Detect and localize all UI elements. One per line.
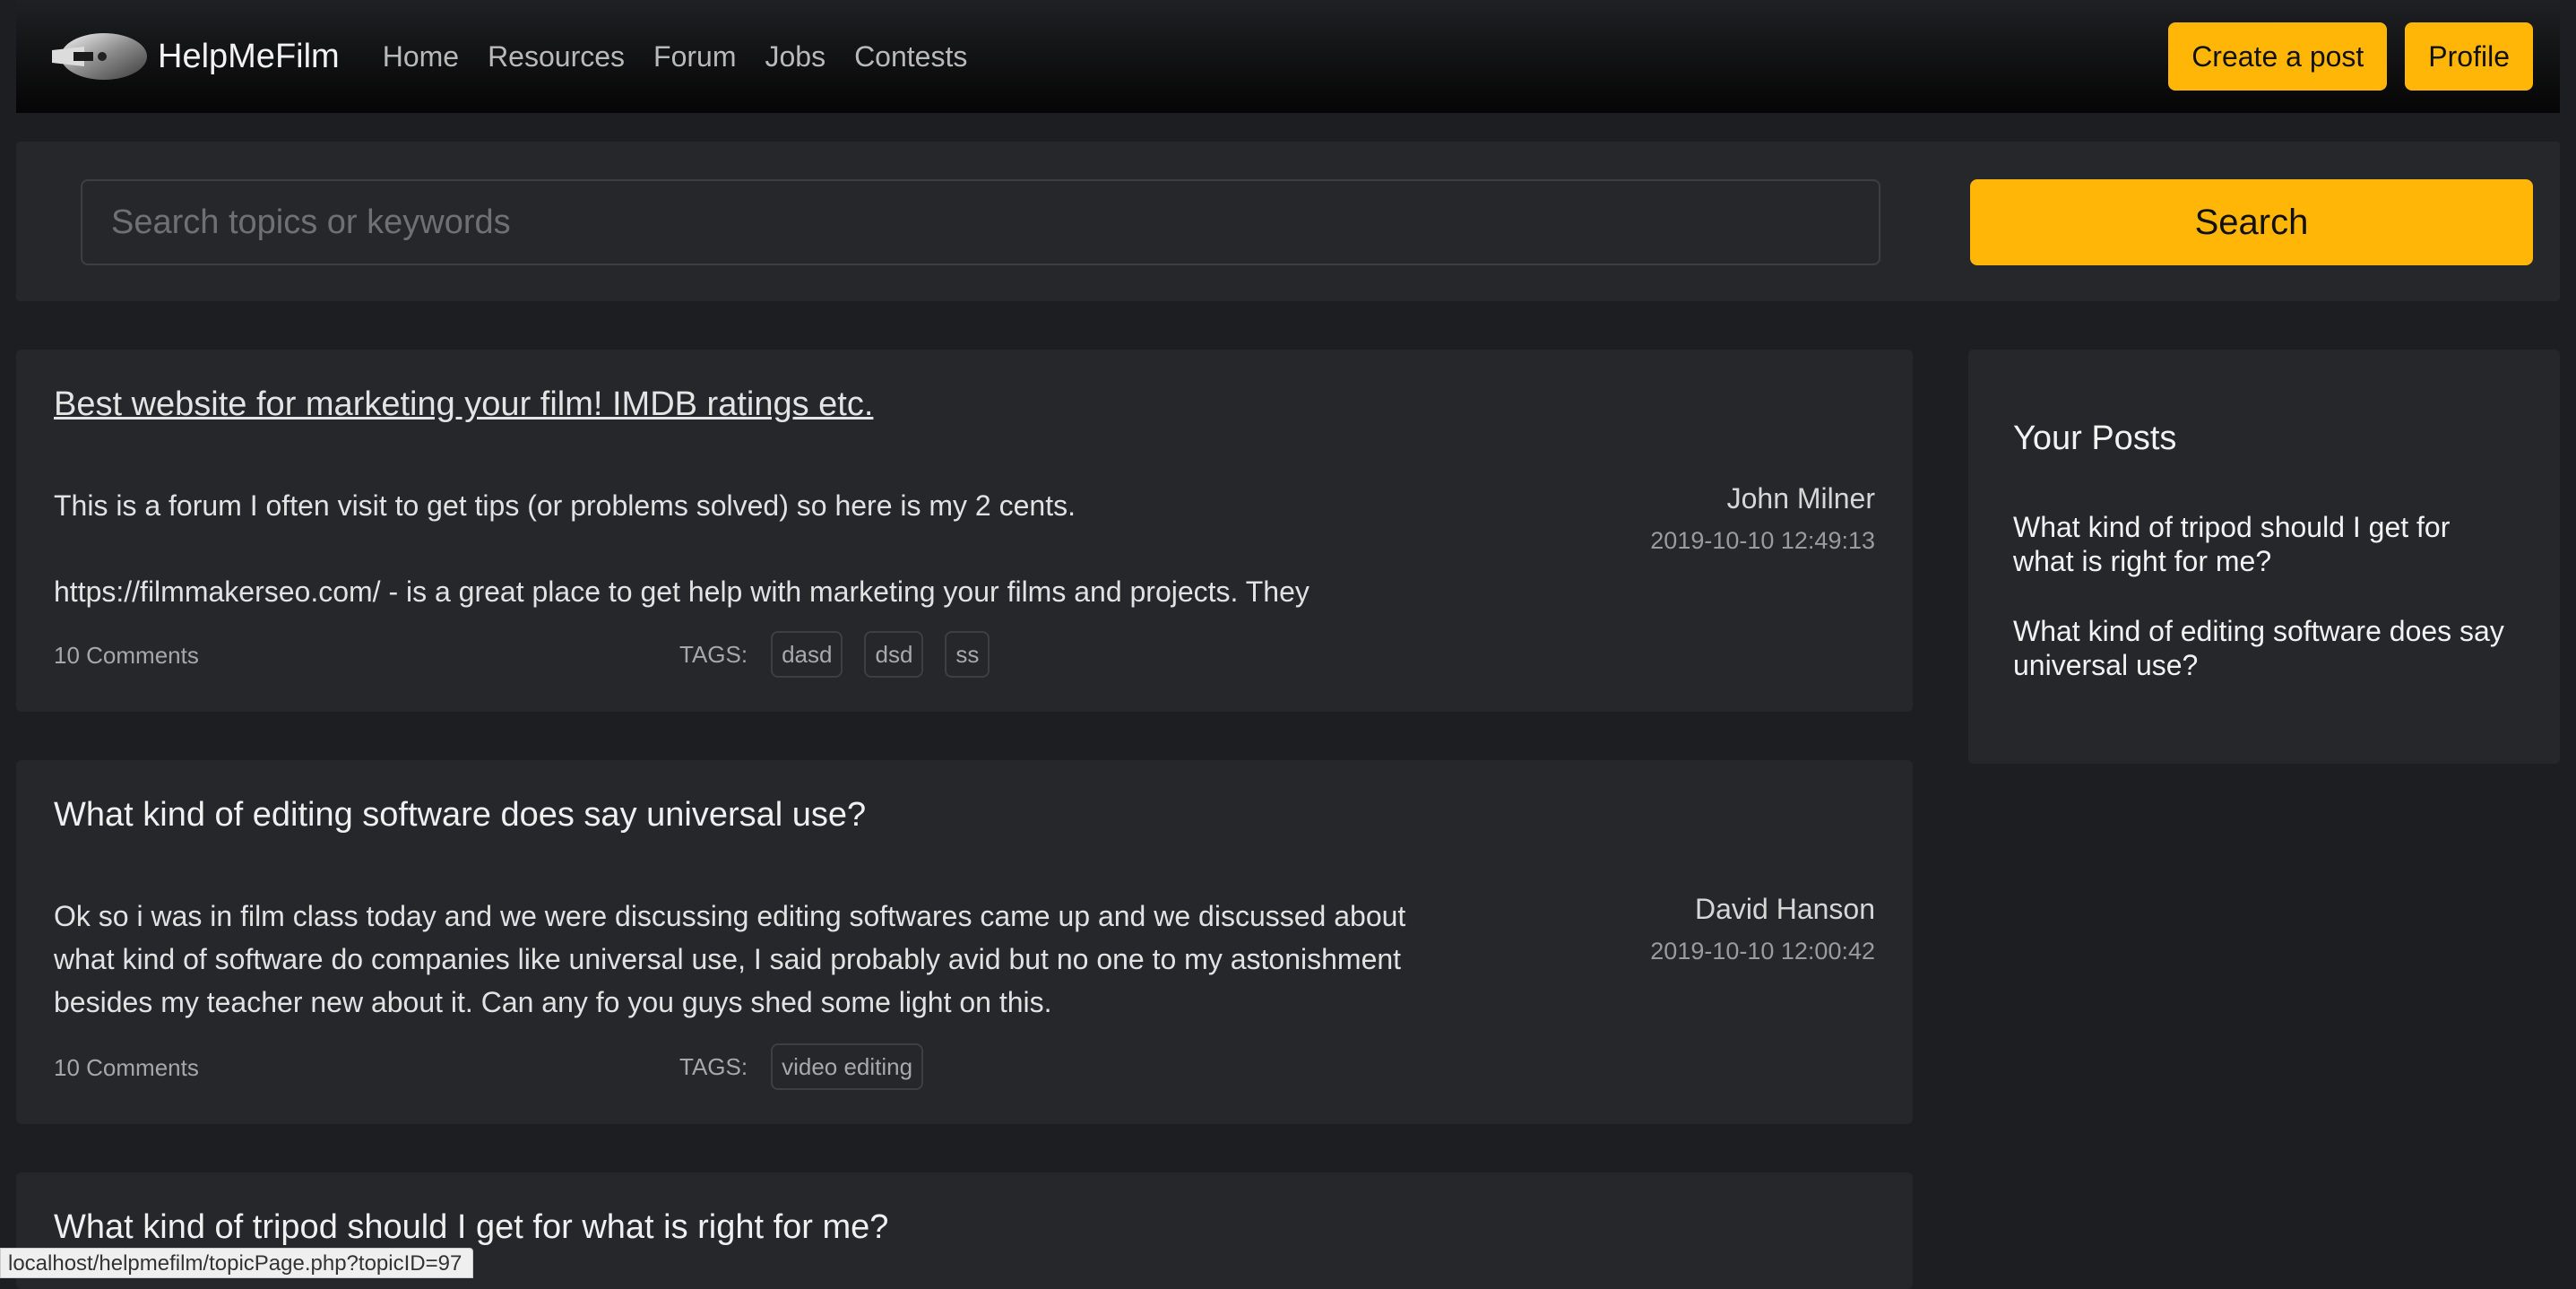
- sidebar-post-link[interactable]: What kind of tripod should I get for wha…: [2013, 510, 2515, 578]
- status-bar-url: localhost/helpmefilm/topicPage.php?topic…: [0, 1248, 474, 1278]
- nav-actions: Create a post Profile: [2168, 22, 2533, 91]
- nav-links: Home Resources Forum Jobs Contests: [383, 40, 968, 74]
- sidebar-title: Your Posts: [2013, 420, 2177, 457]
- sidebar-post-link[interactable]: What kind of editing software does say u…: [2013, 614, 2515, 682]
- comments-count-link[interactable]: 10 Comments: [54, 1054, 199, 1082]
- search-bar: Search: [16, 142, 2560, 301]
- brand-link[interactable]: HelpMeFilm: [48, 30, 340, 82]
- camera-lens-logo-icon: [52, 33, 147, 80]
- post-date: 2019-10-10 12:00:42: [1650, 938, 1875, 965]
- post-title-link[interactable]: Best website for marketing your film! IM…: [54, 385, 873, 424]
- create-post-button[interactable]: Create a post: [2168, 22, 2388, 91]
- profile-button[interactable]: Profile: [2405, 22, 2533, 91]
- nav-link-forum[interactable]: Forum: [653, 40, 736, 74]
- nav-link-jobs[interactable]: Jobs: [765, 40, 826, 74]
- post-excerpt-paragraph: Ok so i was in film class today and we w…: [54, 900, 1406, 1018]
- tags-label: TAGS:: [679, 640, 748, 668]
- post-date: 2019-10-10 12:49:13: [1650, 527, 1875, 554]
- nav-link-contests[interactable]: Contests: [854, 40, 967, 74]
- tag-badge[interactable]: ss: [945, 631, 990, 678]
- tag-badge[interactable]: dsd: [864, 631, 924, 678]
- post-tags: TAGS: dasd dsd ss: [679, 631, 1011, 678]
- tag-badge[interactable]: dasd: [771, 631, 843, 678]
- post-card: What kind of editing software does say u…: [16, 760, 1913, 1124]
- tag-badge[interactable]: video editing: [771, 1043, 924, 1090]
- post-excerpt-paragraph: https://filmmakerseo.com/ - is a great p…: [54, 575, 1310, 608]
- top-navbar: HelpMeFilm Home Resources Forum Jobs Con…: [16, 0, 2560, 113]
- search-input[interactable]: [81, 179, 1880, 265]
- post-excerpt: Ok so i was in film class today and we w…: [54, 895, 1416, 1067]
- post-title-link[interactable]: What kind of editing software does say u…: [54, 796, 866, 835]
- post-title-link[interactable]: What kind of tripod should I get for wha…: [54, 1208, 888, 1247]
- nav-link-home[interactable]: Home: [383, 40, 459, 74]
- your-posts-sidebar: Your Posts What kind of tripod should I …: [1968, 350, 2560, 764]
- search-button[interactable]: Search: [1970, 179, 2533, 265]
- brand-name: HelpMeFilm: [158, 37, 340, 75]
- post-card: Best website for marketing your film! IM…: [16, 350, 1913, 712]
- post-author[interactable]: David Hanson: [1695, 893, 1875, 926]
- nav-link-resources[interactable]: Resources: [488, 40, 625, 74]
- comments-count-link[interactable]: 10 Comments: [54, 642, 199, 670]
- post-author[interactable]: John Milner: [1727, 482, 1875, 515]
- tags-label: TAGS:: [679, 1052, 748, 1080]
- post-tags: TAGS: video editing: [679, 1043, 945, 1090]
- post-excerpt-paragraph: This is a forum I often visit to get tip…: [54, 489, 1076, 522]
